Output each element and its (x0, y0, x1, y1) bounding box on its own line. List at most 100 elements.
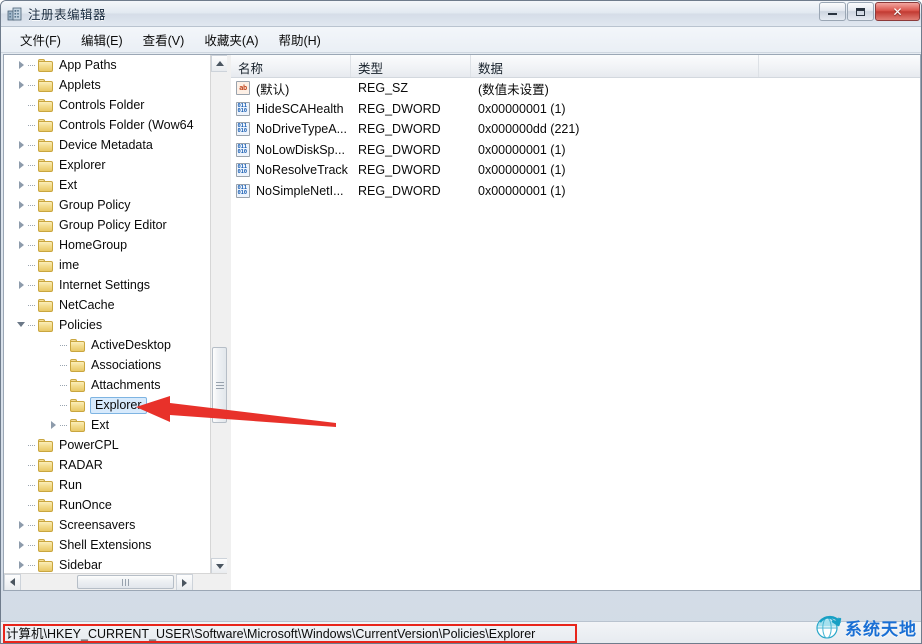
tree-node-label: Run (59, 478, 82, 492)
value-name-cell: 011 010 NoLowDiskSp... (231, 142, 351, 157)
expand-triangle-icon[interactable] (14, 135, 28, 155)
collapse-triangle-icon[interactable] (14, 315, 28, 335)
tree-connector-icon (28, 55, 38, 75)
tree-node-controls-folder[interactable]: Controls Folder (4, 95, 211, 115)
value-row[interactable]: ab (默认) REG_SZ (数值未设置) (231, 78, 920, 99)
tree-scroll-right-button[interactable] (176, 574, 193, 590)
tree-node-explorer[interactable]: Explorer (4, 155, 211, 175)
tree-horizontal-scrollbar[interactable] (4, 573, 227, 590)
minimize-button[interactable] (819, 2, 846, 21)
tree-node-activedesktop[interactable]: ActiveDesktop (4, 335, 211, 355)
value-type: REG_DWORD (358, 122, 441, 137)
tree-node-controls-folder-wow64[interactable]: Controls Folder (Wow64 (4, 115, 211, 135)
tree-node-explorer[interactable]: Explorer (4, 395, 211, 415)
tree-node-homegroup[interactable]: HomeGroup (4, 235, 211, 255)
tree-node-associations[interactable]: Associations (4, 355, 211, 375)
expand-triangle-icon[interactable] (14, 215, 28, 235)
tree-node-ext[interactable]: Ext (4, 175, 211, 195)
expand-triangle-icon[interactable] (14, 555, 28, 575)
tree-node-label: Ext (59, 178, 78, 192)
column-header-filler (759, 55, 920, 77)
status-bar: 计算机\HKEY_CURRENT_USER\Software\Microsoft… (1, 615, 921, 643)
column-header-name[interactable]: 名称 (231, 55, 351, 77)
globe-logo-icon (814, 614, 842, 640)
close-button[interactable]: ✕ (875, 2, 920, 21)
tree-connector-icon (28, 155, 38, 175)
tree-node-app-paths[interactable]: App Paths (4, 55, 211, 75)
value-name: NoLowDiskSp... (256, 142, 345, 157)
chevron-up-icon (215, 61, 224, 66)
value-row[interactable]: 011 010 NoSimpleNetI... REG_DWORD 0x00000001… (231, 181, 920, 202)
tree-node-runonce[interactable]: RunOnce (4, 495, 211, 515)
tree-connector-icon (28, 195, 38, 215)
maximize-button[interactable] (847, 2, 874, 21)
value-type: REG_DWORD (358, 142, 441, 157)
tree-connector-icon (28, 175, 38, 195)
value-row[interactable]: 011 010 NoDriveTypeA... REG_DWORD 0x000000dd… (231, 119, 920, 140)
window-title: 注册表编辑器 (28, 8, 107, 22)
tree-node-device-metadata[interactable]: Device Metadata (4, 135, 211, 155)
expand-triangle-icon[interactable] (14, 235, 28, 255)
tree-node-applets[interactable]: Applets (4, 75, 211, 95)
expand-triangle-icon[interactable] (14, 535, 28, 555)
value-name-cell: 011 010 HideSCAHealth (231, 101, 351, 116)
tree-scroll-up-button[interactable] (211, 55, 227, 72)
column-header-type[interactable]: 类型 (351, 55, 471, 77)
tree-node-screensavers[interactable]: Screensavers (4, 515, 211, 535)
expand-triangle-icon[interactable] (14, 275, 28, 295)
value-name-cell: ab (默认) (231, 79, 351, 98)
expand-triangle-icon[interactable] (14, 55, 28, 75)
menu-item-view[interactable]: 查看(V) (134, 27, 194, 52)
tree-node-ime[interactable]: ime (4, 255, 211, 275)
value-row[interactable]: 011 010 NoResolveTrack REG_DWORD 0x00000001 … (231, 160, 920, 181)
value-name-cell: 011 010 NoSimpleNetI... (231, 183, 351, 198)
tree-node-label: Sidebar (59, 558, 103, 572)
tree-node-powercpl[interactable]: PowerCPL (4, 435, 211, 455)
folder-icon (38, 498, 54, 512)
tree-node-attachments[interactable]: Attachments (4, 375, 211, 395)
value-row[interactable]: 011 010 HideSCAHealth REG_DWORD 0x00000001 (… (231, 99, 920, 120)
tree-scroll-left-button[interactable] (4, 573, 21, 590)
expand-triangle-icon[interactable] (14, 195, 28, 215)
tree-node-group-policy[interactable]: Group Policy (4, 195, 211, 215)
tree-node-policies[interactable]: Policies (4, 315, 211, 335)
expand-triangle-icon[interactable] (14, 75, 28, 95)
column-header-data[interactable]: 数据 (471, 55, 759, 77)
tree-node-ext[interactable]: Ext (4, 415, 211, 435)
tree-node-run[interactable]: Run (4, 475, 211, 495)
expand-triangle-icon[interactable] (46, 415, 60, 435)
tree-node-radar[interactable]: RADAR (4, 455, 211, 475)
expand-triangle-icon[interactable] (14, 175, 28, 195)
tree-node-shell-extensions[interactable]: Shell Extensions (4, 535, 211, 555)
expand-triangle-icon[interactable] (14, 515, 28, 535)
tree-node-group-policy-editor[interactable]: Group Policy Editor (4, 215, 211, 235)
expand-triangle-icon[interactable] (14, 155, 28, 175)
menu-item-favorites[interactable]: 收藏夹(A) (195, 27, 267, 52)
tree-node-spacer (46, 375, 60, 395)
tree-node-sidebar[interactable]: Sidebar (4, 555, 211, 575)
registry-values-pane: 名称 类型 数据 ab (默认) REG_SZ (数值未设置) 011 010 HideSC… (231, 54, 921, 591)
tree-node-label: Explorer (90, 396, 147, 414)
tree-vertical-scrollbar-thumb[interactable] (212, 347, 227, 423)
tree-node-label: RunOnce (59, 498, 112, 512)
tree-node-label: Shell Extensions (59, 538, 152, 552)
tree-connector-icon (60, 355, 70, 375)
tree-node-spacer (46, 355, 60, 375)
value-row[interactable]: 011 010 NoLowDiskSp... REG_DWORD 0x00000001 … (231, 140, 920, 161)
tree-connector-icon (28, 275, 38, 295)
tree-horizontal-scrollbar-thumb[interactable] (77, 575, 174, 589)
tree-node-spacer (14, 435, 28, 455)
regedit-icon (7, 6, 23, 22)
tree-node-label: NetCache (59, 298, 115, 312)
menu-item-help[interactable]: 帮助(H) (269, 27, 329, 52)
value-data: 0x00000001 (1) (478, 101, 566, 116)
tree-node-netcache[interactable]: NetCache (4, 295, 211, 315)
tree-node-internet-settings[interactable]: Internet Settings (4, 275, 211, 295)
tree-node-label: App Paths (59, 58, 117, 72)
menu-item-edit[interactable]: 编辑(E) (72, 27, 132, 52)
folder-icon (70, 398, 86, 412)
tree-node-label: Group Policy (59, 198, 131, 212)
menu-item-file[interactable]: 文件(F) (11, 27, 70, 52)
tree-vertical-scrollbar[interactable] (210, 55, 227, 575)
value-name: NoResolveTrack (256, 163, 348, 178)
